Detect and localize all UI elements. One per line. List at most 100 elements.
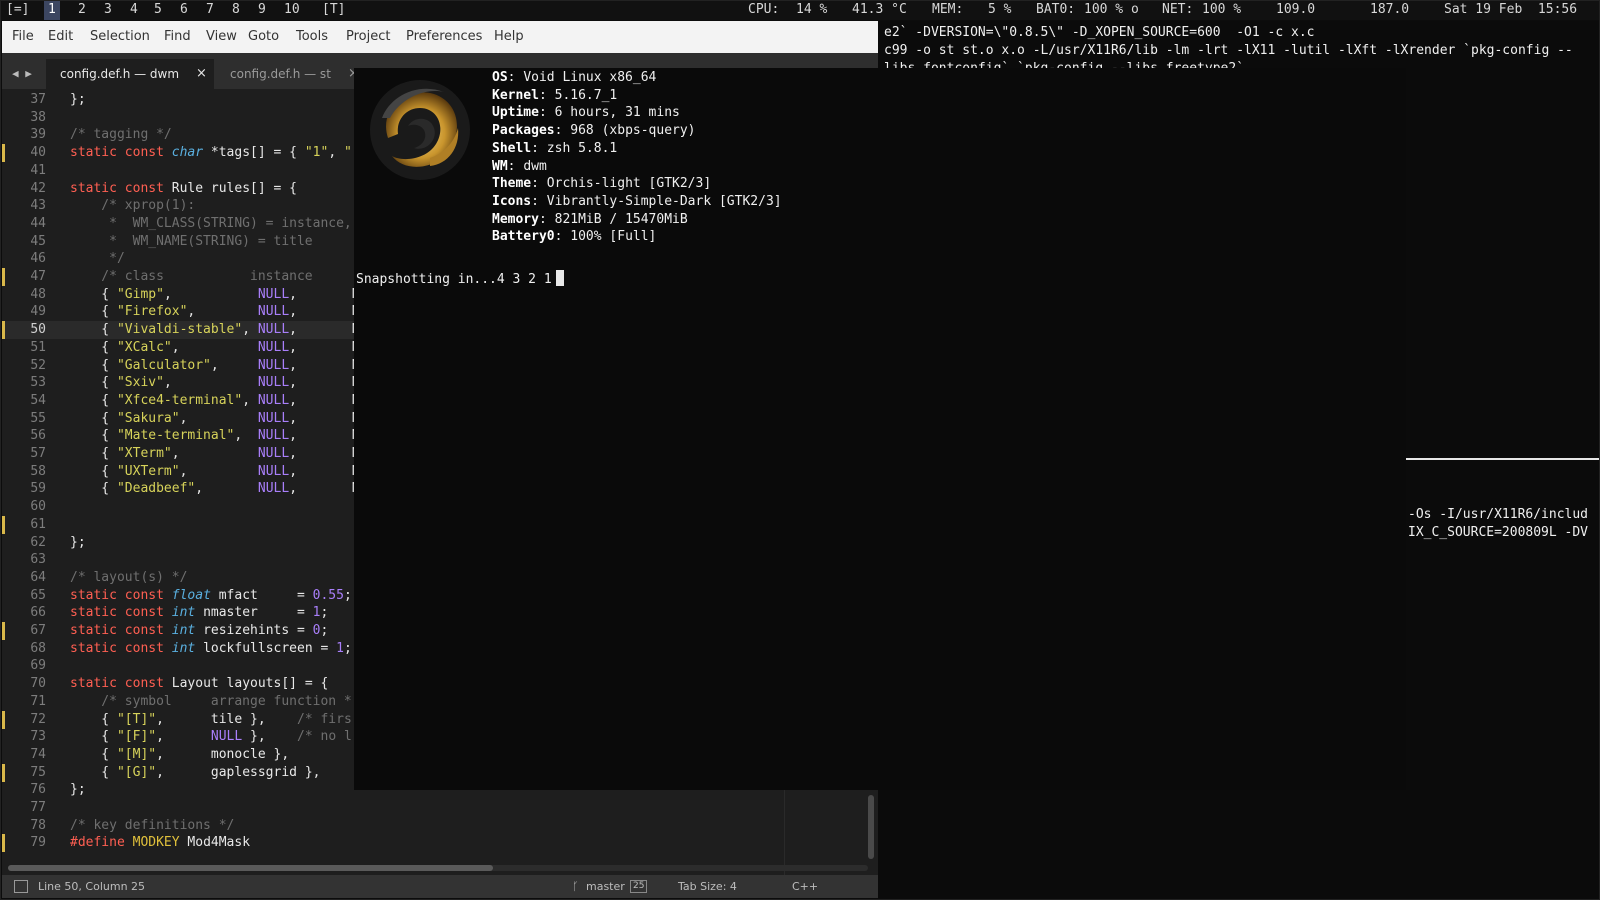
tag-4[interactable]: 4 (126, 0, 142, 20)
code-text: static const Rule rules[] = { (70, 180, 297, 196)
menu-help[interactable]: Help (494, 29, 524, 44)
snapshot-countdown: Snapshotting in...4 3 2 1 (356, 270, 564, 287)
tag-5[interactable]: 5 (150, 0, 166, 20)
line-number: 38 (30, 109, 46, 125)
info-colon: : (538, 87, 555, 103)
net-value: 100 % (1202, 2, 1242, 17)
horizontal-scrollbar[interactable] (8, 865, 868, 871)
code-text: static const int resizehints = 0; (70, 623, 329, 638)
line-number: 39 (30, 127, 46, 143)
line-number: 72 (30, 711, 46, 727)
line-number: 77 (30, 800, 46, 815)
horizontal-scroll-thumb[interactable] (8, 865, 493, 871)
tag-[T][interactable]: [T] (318, 0, 349, 20)
line-number: 57 (30, 446, 46, 461)
editor-status-bar: Line 50, Column 25 ᚴ master 25 Tab Size:… (2, 875, 878, 898)
menu-selection[interactable]: Selection (90, 29, 150, 44)
info-colon: : (507, 158, 524, 174)
menu-preferences[interactable]: Preferences (406, 29, 482, 44)
code-text: { "Xfce4-terminal", NULL, N (70, 392, 360, 408)
code-text: static const char *tags[] = { "1", " (70, 145, 352, 161)
vertical-scroll-thumb[interactable] (868, 795, 874, 859)
line-number: 50 (30, 322, 46, 338)
code-text: { "[G]", gaplessgrid }, (70, 764, 321, 780)
line-number: 58 (30, 463, 46, 479)
code-line[interactable]: 78 /* key definitions */ (2, 817, 878, 835)
code-text: /* class instance (70, 269, 344, 284)
info-value: 5.16.7_1 (554, 87, 618, 103)
tag-8[interactable]: 8 (228, 0, 244, 20)
code-text: { "Firefox", NULL, N (70, 304, 360, 320)
menu-project[interactable]: Project (346, 29, 390, 44)
line-number: 75 (30, 764, 46, 780)
info-row: WM: dwm (492, 159, 547, 174)
terminal-line: e2` -DVERSION=\"0.8.5\" -D_XOPEN_SOURCE=… (884, 25, 1315, 40)
line-number: 37 (30, 92, 46, 107)
tag-7[interactable]: 7 (202, 0, 218, 20)
syntax-mode[interactable]: C++ (792, 875, 818, 898)
line-number: 69 (30, 658, 46, 674)
info-key: WM (492, 158, 508, 174)
line-number: 71 (30, 693, 46, 709)
code-text: }; (70, 92, 86, 107)
dwm-status-bar: [=] 1 2 3 4 5 6 7 8 9 10 [T] CPU: 14 % 41.3 °C MEM: 5 % B… (0, 0, 1600, 20)
cursor-position[interactable]: Line 50, Column 25 (38, 875, 145, 898)
sidebar-toggle-icon[interactable] (14, 880, 28, 893)
code-text: { "Deadbeef", NULL, N (70, 481, 360, 497)
info-value: dwm (523, 158, 547, 174)
git-branch[interactable]: master (586, 875, 625, 898)
code-line[interactable]: 77 (2, 799, 878, 817)
tag-1[interactable]: 1 (44, 0, 60, 20)
info-row: Theme: Orchis-light [GTK2/3] (492, 176, 711, 191)
terminal-line: IX_C_SOURCE=200809L -DV (1408, 525, 1589, 540)
line-number: 48 (30, 286, 46, 302)
tag-3[interactable]: 3 (100, 0, 116, 20)
code-text: { "XTerm", NULL, N (70, 446, 360, 461)
fetch-terminal[interactable]: OS: Void Linux x86_64 Kernel: 5.16.7_1 Upt… (354, 68, 1406, 790)
line-number: 46 (30, 251, 46, 267)
tab-size[interactable]: Tab Size: 4 (678, 875, 737, 898)
line-number: 52 (30, 357, 46, 373)
info-colon: : (531, 176, 547, 192)
tag-6[interactable]: 6 (176, 0, 192, 20)
tag-9[interactable]: 9 (254, 0, 270, 20)
menu-goto[interactable]: Goto (248, 29, 279, 44)
close-icon[interactable]: × (196, 66, 207, 81)
menu-file[interactable]: File (12, 29, 34, 44)
line-number: 43 (30, 198, 46, 214)
code-text: /* xprop(1): (70, 198, 196, 214)
code-text: { "XCalc", NULL, N (70, 339, 360, 355)
code-text: { "Sxiv", NULL, N (70, 375, 360, 391)
line-number: 68 (30, 640, 46, 656)
line-number: 67 (30, 623, 46, 638)
tag-10[interactable]: 10 (280, 0, 304, 20)
tag-2[interactable]: 2 (74, 0, 90, 20)
info-row: OS: Void Linux x86_64 (492, 70, 656, 85)
code-text: { "Vivaldi-stable", NULL, N (70, 322, 360, 338)
tab-st-config[interactable]: config.def.h — st× (216, 59, 366, 89)
info-row: Icons: Vibrantly-Simple-Dark [GTK2/3] (492, 194, 782, 209)
code-line[interactable]: 79 #define MODKEY Mod4Mask (2, 834, 878, 853)
menu-edit[interactable]: Edit (48, 29, 73, 44)
code-text: }; (70, 782, 86, 798)
line-number: 70 (30, 676, 46, 692)
stat-value-2: 187.0 (1370, 2, 1410, 17)
info-value: zsh 5.8.1 (546, 140, 618, 156)
code-text: { "[F]", NULL }, /* no l (70, 729, 352, 745)
cpu-label: CPU: (748, 2, 780, 17)
code-text: { "[M]", monocle }, (70, 746, 290, 762)
terminal-line: c99 -o st st.o x.o -L/usr/X11R6/lib -lm … (884, 43, 1573, 58)
menu-find[interactable]: Find (164, 29, 191, 44)
tab-dwm-config[interactable]: config.def.h — dwm × (46, 59, 214, 89)
menu-view[interactable]: View (206, 29, 237, 44)
code-text: */ (70, 251, 125, 267)
mem-value: 5 % (988, 2, 1012, 17)
line-number: 56 (30, 428, 46, 444)
code-text: static const int lockfullscreen = 1; (70, 640, 352, 656)
tab-nav-arrows-icon[interactable]: ◀ ▶ (12, 67, 32, 80)
layout-symbol[interactable]: [=] (6, 0, 29, 20)
code-text: { "[T]", tile }, /* firs (70, 711, 352, 727)
menu-tools[interactable]: Tools (296, 29, 328, 44)
line-number: 44 (30, 215, 46, 231)
void-linux-logo-icon (370, 80, 470, 180)
